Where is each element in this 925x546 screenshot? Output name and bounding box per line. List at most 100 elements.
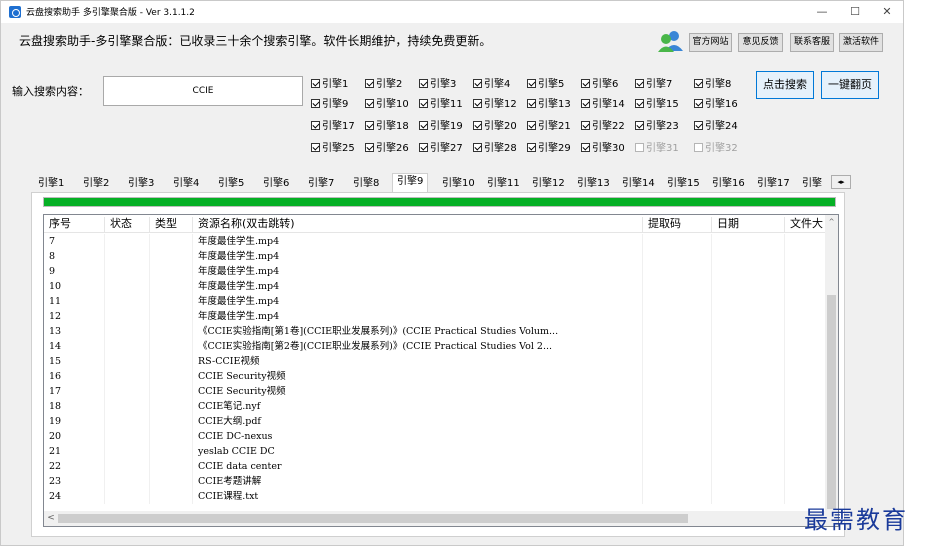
cell-status	[105, 414, 150, 429]
contact-support-button[interactable]: 联系客服	[790, 33, 834, 52]
engine-checkbox-6[interactable]: 引擎6	[581, 78, 618, 92]
engine-checkbox-5[interactable]: 引擎5	[527, 78, 564, 92]
engine-checkbox-25[interactable]: 引擎25	[311, 142, 355, 156]
engine-checkbox-16[interactable]: 引擎16	[694, 98, 738, 112]
tab-engine-10[interactable]: 引擎10	[437, 175, 480, 193]
engine-checkbox-10[interactable]: 引擎10	[365, 98, 409, 112]
engine-checkbox-19[interactable]: 引擎19	[419, 120, 463, 134]
table-row[interactable]: 24 CCIE课程.txt	[44, 489, 826, 504]
title-bar[interactable]: 云盘搜索助手 多引擎聚合版 - Ver 3.1.1.2 — ☐ ✕	[1, 1, 903, 23]
tab-scroll-arrows[interactable]: ◂▸	[831, 175, 851, 189]
engine-checkbox-22[interactable]: 引擎22	[581, 120, 625, 134]
horizontal-scrollbar[interactable]: <	[44, 511, 838, 526]
table-row[interactable]: 22 CCIE data center	[44, 459, 826, 474]
table-row[interactable]: 11 年度最佳学生.mp4	[44, 294, 826, 309]
tab-engine-18[interactable]: 引擎	[797, 175, 827, 193]
engine-checkbox-17[interactable]: 引擎17	[311, 120, 355, 134]
tab-engine-7[interactable]: 引擎7	[303, 175, 339, 193]
next-page-button[interactable]: 一键翻页	[821, 71, 879, 99]
engine-checkbox-14[interactable]: 引擎14	[581, 98, 625, 112]
tab-engine-9[interactable]: 引擎9	[392, 173, 429, 193]
engine-checkbox-13[interactable]: 引擎13	[527, 98, 571, 112]
tab-engine-6[interactable]: 引擎6	[258, 175, 294, 193]
engine-checkbox-8[interactable]: 引擎8	[694, 78, 731, 92]
cell-name: 年度最佳学生.mp4	[193, 279, 643, 294]
vertical-scrollbar[interactable]: ^	[825, 215, 838, 511]
cell-code	[643, 369, 712, 384]
minimize-button[interactable]: —	[807, 3, 837, 21]
engine-checkbox-15[interactable]: 引擎15	[635, 98, 679, 112]
tab-engine-16[interactable]: 引擎16	[707, 175, 750, 193]
tab-engine-1[interactable]: 引擎1	[33, 175, 69, 193]
table-row[interactable]: 8 年度最佳学生.mp4	[44, 249, 826, 264]
engine-checkbox-3[interactable]: 引擎3	[419, 78, 456, 92]
search-button[interactable]: 点击搜索	[756, 71, 814, 99]
table-row[interactable]: 12 年度最佳学生.mp4	[44, 309, 826, 324]
close-button[interactable]: ✕	[872, 3, 902, 21]
scroll-left-icon[interactable]: <	[44, 511, 58, 526]
results-list[interactable]: 序号 状态 类型 资源名称(双击跳转) 提取码 日期 文件大 7 年度最佳学生.m…	[43, 214, 839, 527]
horizontal-scroll-thumb[interactable]	[58, 514, 688, 523]
engine-checkbox-21[interactable]: 引擎21	[527, 120, 571, 134]
tab-engine-2[interactable]: 引擎2	[78, 175, 114, 193]
engine-checkbox-9[interactable]: 引擎9	[311, 98, 348, 112]
engine-checkbox-4[interactable]: 引擎4	[473, 78, 510, 92]
engine-checkbox-2[interactable]: 引擎2	[365, 78, 402, 92]
engine-checkbox-29[interactable]: 引擎29	[527, 142, 571, 156]
table-row[interactable]: 15 RS-CCIE视频	[44, 354, 826, 369]
official-site-button[interactable]: 官方网站	[689, 33, 732, 52]
tab-engine-17[interactable]: 引擎17	[752, 175, 795, 193]
engine-checkbox-27[interactable]: 引擎27	[419, 142, 463, 156]
engine-checkbox-23[interactable]: 引擎23	[635, 120, 679, 134]
column-header-name[interactable]: 资源名称(双击跳转)	[193, 217, 643, 233]
table-row[interactable]: 17 CCIE Security视频	[44, 384, 826, 399]
table-row[interactable]: 13 《CCIE实验指南[第1卷](CCIE职业发展系列)》(CCIE Pract…	[44, 324, 826, 339]
tab-engine-14[interactable]: 引擎14	[617, 175, 660, 193]
engine-checkbox-1[interactable]: 引擎1	[311, 78, 348, 92]
table-row[interactable]: 21 yeslab CCIE DC	[44, 444, 826, 459]
engine-checkbox-11[interactable]: 引擎11	[419, 98, 463, 112]
search-input[interactable]: CCIE	[103, 76, 303, 106]
table-row[interactable]: 18 CCIE笔记.nyf	[44, 399, 826, 414]
column-header-type[interactable]: 类型	[150, 217, 193, 233]
column-header-code[interactable]: 提取码	[643, 217, 712, 233]
table-row[interactable]: 19 CCIE大纲.pdf	[44, 414, 826, 429]
column-header-size[interactable]: 文件大	[785, 217, 826, 233]
engine-checkbox-7[interactable]: 引擎7	[635, 78, 672, 92]
engine-checkbox-30[interactable]: 引擎30	[581, 142, 625, 156]
checkbox-icon	[527, 121, 536, 130]
column-header-date[interactable]: 日期	[712, 217, 785, 233]
tab-engine-12[interactable]: 引擎12	[527, 175, 570, 193]
table-row[interactable]: 10 年度最佳学生.mp4	[44, 279, 826, 294]
column-header-status[interactable]: 状态	[105, 217, 150, 233]
table-row[interactable]: 9 年度最佳学生.mp4	[44, 264, 826, 279]
cell-status	[105, 264, 150, 279]
tab-engine-5[interactable]: 引擎5	[213, 175, 249, 193]
scroll-up-icon[interactable]: ^	[825, 215, 838, 229]
engine-checkbox-28[interactable]: 引擎28	[473, 142, 517, 156]
table-row[interactable]: 16 CCIE Security视频	[44, 369, 826, 384]
engine-checkbox-26[interactable]: 引擎26	[365, 142, 409, 156]
vertical-scroll-thumb[interactable]	[827, 295, 836, 509]
engine-checkbox-12[interactable]: 引擎12	[473, 98, 517, 112]
activate-software-button[interactable]: 激活软件	[839, 33, 883, 52]
tab-engine-4[interactable]: 引擎4	[168, 175, 204, 193]
tab-engine-11[interactable]: 引擎11	[482, 175, 525, 193]
engine-checkbox-18[interactable]: 引擎18	[365, 120, 409, 134]
engine-checkbox-label: 引擎22	[592, 121, 625, 132]
maximize-button[interactable]: ☐	[840, 3, 870, 21]
cell-status	[105, 369, 150, 384]
table-row[interactable]: 20 CCIE DC-nexus	[44, 429, 826, 444]
table-row[interactable]: 7 年度最佳学生.mp4	[44, 234, 826, 249]
tab-engine-8[interactable]: 引擎8	[348, 175, 384, 193]
engine-checkbox-20[interactable]: 引擎20	[473, 120, 517, 134]
column-header-index[interactable]: 序号	[44, 217, 105, 233]
tab-engine-13[interactable]: 引擎13	[572, 175, 615, 193]
tab-engine-15[interactable]: 引擎15	[662, 175, 705, 193]
tab-engine-3[interactable]: 引擎3	[123, 175, 159, 193]
engine-checkbox-24[interactable]: 引擎24	[694, 120, 738, 134]
table-row[interactable]: 14 《CCIE实验指南[第2卷](CCIE职业发展系列)》(CCIE Pract…	[44, 339, 826, 354]
cell-name: CCIE Security视频	[193, 384, 643, 399]
table-row[interactable]: 23 CCIE考题讲解	[44, 474, 826, 489]
feedback-button[interactable]: 意见反馈	[738, 33, 783, 52]
